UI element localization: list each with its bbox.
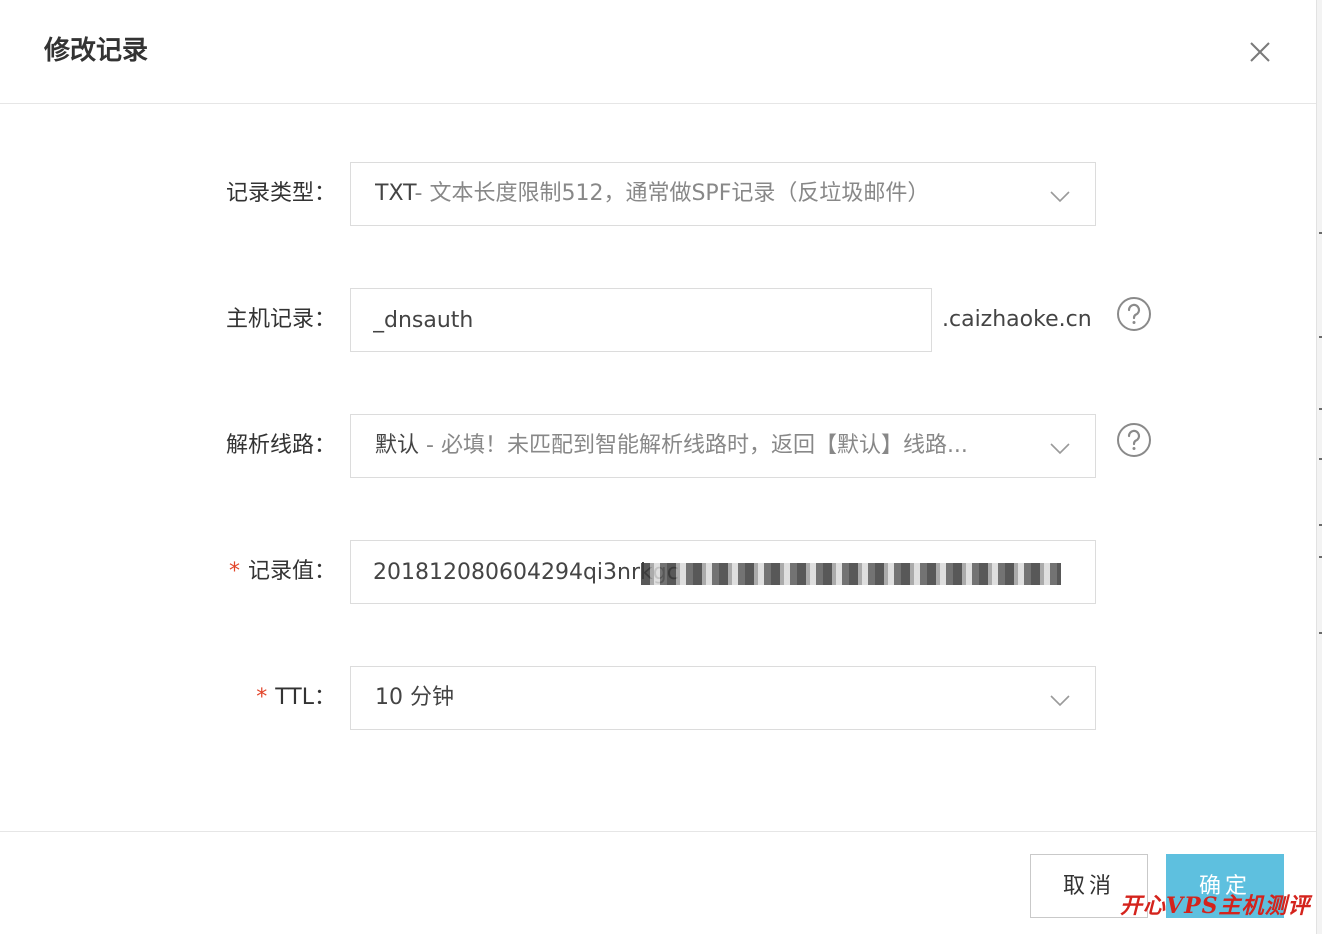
record-value-field[interactable]	[350, 540, 1096, 604]
host-field[interactable]	[350, 288, 932, 352]
required-mark: *	[228, 559, 240, 584]
chevron-down-icon	[1050, 695, 1070, 707]
ttl-value: 10 分钟	[375, 685, 454, 710]
line-value-sub: - 必填！未匹配到智能解析线路时，返回【默认】线路...	[419, 433, 968, 458]
form-row-ttl: * TTL： 10 分钟	[0, 666, 1316, 730]
record-type-label: 记录类型：	[225, 181, 336, 206]
form-row-record-value: * 记录值：	[0, 540, 1316, 604]
domain-suffix: .caizhaoke.cn	[942, 307, 1092, 332]
host-label: 主机记录：	[225, 307, 336, 332]
line-value: 默认 - 必填！未匹配到智能解析线路时，返回【默认】线路...	[375, 415, 1031, 477]
edit-record-dialog: 修改记录 记录类型： TXT- 文本长度限制512，通常做SPF记录（反垃圾邮件…	[0, 0, 1316, 934]
close-button[interactable]	[1244, 36, 1276, 68]
redacted-value-mask	[641, 563, 1061, 585]
dialog-footer: 取消 确定	[0, 831, 1316, 934]
close-icon	[1250, 42, 1270, 62]
form-row-record-type: 记录类型： TXT- 文本长度限制512，通常做SPF记录（反垃圾邮件）	[0, 162, 1316, 226]
ttl-label: * TTL：	[256, 666, 336, 730]
ttl-select[interactable]: 10 分钟	[350, 666, 1096, 730]
watermark: 开心VPS主机测评	[1120, 893, 1311, 919]
chevron-down-icon	[1050, 191, 1070, 203]
record-type-value-sub: - 文本长度限制512，通常做SPF记录（反垃圾邮件）	[414, 181, 930, 206]
help-icon[interactable]	[1116, 296, 1152, 332]
record-type-select[interactable]: TXT- 文本长度限制512，通常做SPF记录（反垃圾邮件）	[350, 162, 1096, 226]
dialog-header: 修改记录	[0, 0, 1316, 104]
ttl-label-text: TTL：	[275, 685, 336, 710]
chevron-down-icon	[1050, 443, 1070, 455]
form-row-host: 主机记录： .caizhaoke.cn	[0, 288, 1316, 352]
line-value-main: 默认	[375, 433, 420, 458]
form-row-line: 解析线路： 默认 - 必填！未匹配到智能解析线路时，返回【默认】线路...	[0, 414, 1316, 478]
record-value-label-text: 记录值：	[247, 559, 336, 584]
line-label: 解析线路：	[225, 433, 336, 458]
required-mark: *	[256, 685, 268, 710]
line-select[interactable]: 默认 - 必填！未匹配到智能解析线路时，返回【默认】线路...	[350, 414, 1096, 478]
record-type-value-main: TXT	[375, 181, 415, 206]
record-type-value: TXT- 文本长度限制512，通常做SPF记录（反垃圾邮件）	[375, 163, 1031, 225]
background-page-edge	[1316, 0, 1322, 934]
record-value-label: * 记录值：	[229, 540, 336, 604]
dialog-title: 修改记录	[44, 36, 149, 66]
help-icon[interactable]	[1116, 422, 1152, 458]
host-input[interactable]	[373, 289, 913, 351]
